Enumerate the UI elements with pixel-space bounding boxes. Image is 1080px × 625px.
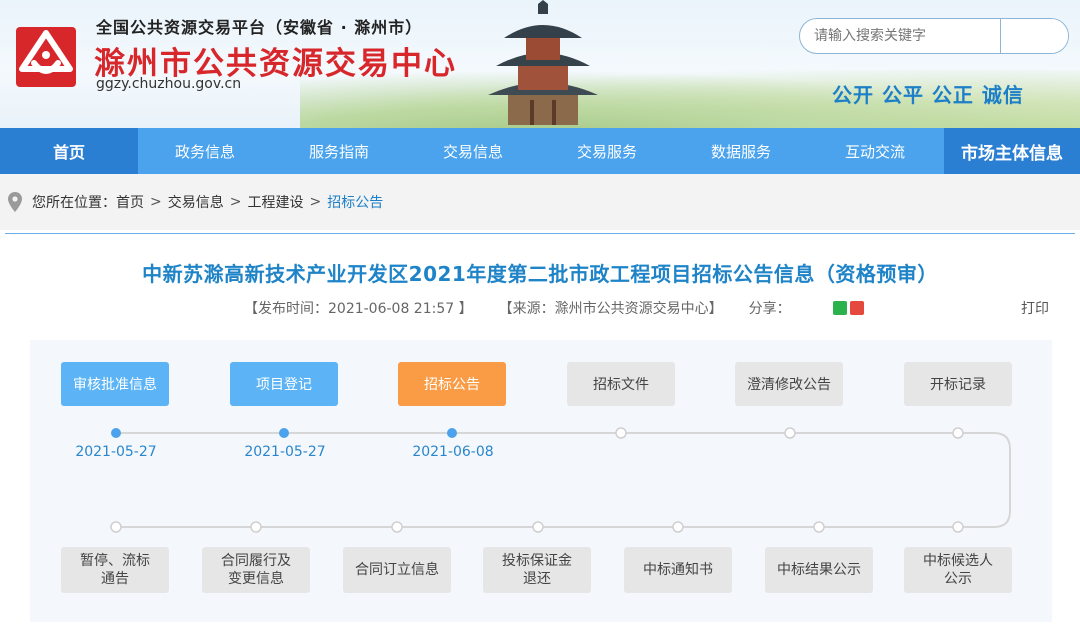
nav-item-data-service[interactable]: 数据服务 — [674, 128, 808, 174]
timeline-node — [532, 521, 544, 533]
timeline-node — [615, 427, 627, 439]
timeline-node — [279, 428, 289, 438]
stage-label: 项目登记 — [256, 377, 312, 393]
article-meta: 【发布时间：2021-06-08 21:57 】 【来源：滁州市公共资源交易中心… — [244, 298, 864, 318]
timeline-node — [952, 521, 964, 533]
search-box — [799, 18, 1069, 54]
timeline-node — [672, 521, 684, 533]
timeline-node — [952, 427, 964, 439]
stage-suspension-notice[interactable]: 暂停、流标 通告 — [61, 547, 169, 593]
breadcrumb-separator: > — [150, 194, 162, 210]
pavilion-image — [488, 0, 598, 125]
nav-item-service-guide[interactable]: 服务指南 — [272, 128, 406, 174]
stage-label-line1: 中标通知书 — [643, 562, 713, 578]
stage-clarification-notice[interactable]: 澄清修改公告 — [735, 362, 843, 406]
print-link[interactable]: 打印 — [1021, 298, 1049, 318]
article-source: 【来源：滁州市公共资源交易中心】 — [498, 301, 723, 317]
stage-label-line1: 合同履行及 — [221, 553, 291, 569]
stage-label: 开标记录 — [930, 377, 986, 393]
timeline-node — [111, 428, 121, 438]
site-header: 全国公共资源交易平台（安徽省 · 滁州市） 滁州市公共资源交易中心 ggzy.c… — [0, 0, 1080, 128]
stage-label-line2: 变更信息 — [228, 571, 284, 587]
site-url: ggzy.chuzhou.gov.cn — [96, 76, 242, 92]
breadcrumb-prefix: 您所在位置： — [32, 195, 116, 211]
wechat-share-icon[interactable] — [832, 301, 847, 315]
nav-item-home[interactable]: 首页 — [0, 128, 138, 174]
process-timeline: 审核批准信息 项目登记 招标公告 招标文件 澄清修改公告 开标记录 2021-0… — [30, 340, 1052, 622]
stage-date: 2021-05-27 — [75, 444, 157, 460]
stage-date: 2021-06-08 — [412, 444, 494, 460]
stage-award-notice[interactable]: 中标通知书 — [624, 547, 732, 593]
stage-label-line2: 公示 — [944, 571, 972, 587]
stage-date: 2021-05-27 — [244, 444, 326, 460]
search-button[interactable] — [1000, 19, 1068, 53]
breadcrumb-trade-info[interactable]: 交易信息 — [168, 192, 224, 212]
nav-item-interaction[interactable]: 互动交流 — [808, 128, 942, 174]
stage-bid-deposit-refund[interactable]: 投标保证金 退还 — [483, 547, 591, 593]
platform-line: 全国公共资源交易平台（安徽省 · 滁州市） — [96, 18, 423, 37]
nav-item-trade-info[interactable]: 交易信息 — [406, 128, 540, 174]
breadcrumb-construction[interactable]: 工程建设 — [247, 192, 303, 212]
stage-label: 招标公告 — [424, 377, 480, 393]
stage-approval-info[interactable]: 审核批准信息 — [61, 362, 169, 406]
stage-award-candidates[interactable]: 中标候选人 公示 — [904, 547, 1012, 593]
stage-project-registration[interactable]: 项目登记 — [230, 362, 338, 406]
nav-item-gov-info[interactable]: 政务信息 — [138, 128, 272, 174]
breadcrumb: 您所在位置： 首页 > 交易信息 > 工程建设 > 招标公告 — [0, 174, 1080, 230]
divider — [5, 233, 1075, 234]
search-input[interactable] — [800, 19, 1000, 53]
publish-time: 【发布时间：2021-06-08 21:57 】 — [244, 301, 473, 317]
stage-label-line1: 合同订立信息 — [355, 562, 439, 578]
timeline-node — [250, 521, 262, 533]
stage-award-result[interactable]: 中标结果公示 — [765, 547, 873, 593]
stage-label-line2: 退还 — [523, 571, 551, 587]
stage-label-line2: 通告 — [101, 571, 129, 587]
stage-label-line1: 投标保证金 — [502, 553, 572, 569]
nav-item-market-entity[interactable]: 市场主体信息 — [944, 128, 1080, 174]
stage-contract-signing[interactable]: 合同订立信息 — [343, 547, 451, 593]
weibo-share-icon[interactable] — [849, 301, 864, 315]
stage-label-line1: 中标结果公示 — [777, 562, 861, 578]
stage-contract-performance[interactable]: 合同履行及 变更信息 — [202, 547, 310, 593]
main-nav: 首页 政务信息 服务指南 交易信息 交易服务 数据服务 互动交流 市场主体信息 — [0, 128, 1080, 174]
breadcrumb-home[interactable]: 首页 — [116, 192, 144, 212]
timeline-node — [813, 521, 825, 533]
share-label: 分享： — [748, 301, 791, 317]
stage-label-line1: 暂停、流标 — [80, 553, 150, 569]
timeline-node — [784, 427, 796, 439]
timeline-node — [391, 521, 403, 533]
article-title: 中新苏滁高新技术产业开发区2021年度第二批市政工程项目招标公告信息（资格预审） — [142, 262, 938, 286]
slogan: 公开 公平 公正 诚信 — [832, 83, 1024, 107]
location-pin-icon — [8, 192, 22, 212]
stage-label: 澄清修改公告 — [747, 377, 831, 393]
nav-item-trade-service[interactable]: 交易服务 — [540, 128, 674, 174]
stage-label: 审核批准信息 — [73, 377, 157, 393]
breadcrumb-separator: > — [229, 194, 242, 210]
timeline-node — [447, 428, 457, 438]
breadcrumb-separator: > — [309, 194, 322, 210]
stage-bid-opening-record[interactable]: 开标记录 — [904, 362, 1012, 406]
stage-label-line1: 中标候选人 — [923, 553, 993, 569]
stage-label: 招标文件 — [593, 377, 649, 393]
timeline-node — [110, 521, 122, 533]
stage-tender-documents[interactable]: 招标文件 — [567, 362, 675, 406]
site-logo-icon[interactable] — [14, 25, 78, 89]
stage-tender-notice[interactable]: 招标公告 — [398, 362, 506, 406]
breadcrumb-current[interactable]: 招标公告 — [327, 192, 383, 212]
